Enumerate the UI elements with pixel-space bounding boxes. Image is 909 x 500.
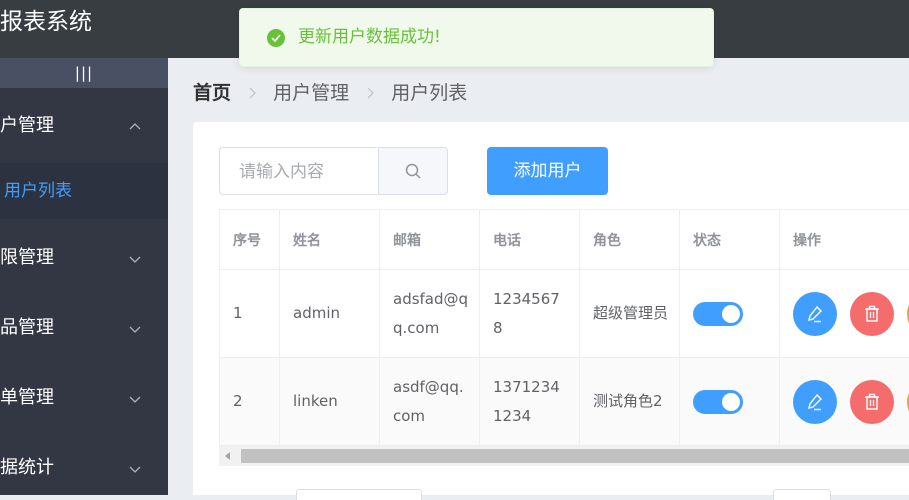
search-button[interactable] (378, 147, 448, 195)
table-row: 1 admin adsfad@qq.com 12345678 超级管理员 (220, 270, 909, 358)
chevron-down-icon (129, 466, 141, 473)
sidebar-menu-label: 户管理 (0, 115, 54, 136)
cell-phone: 13712341234 (480, 358, 580, 445)
edit-icon (808, 393, 822, 411)
edit-button[interactable] (793, 380, 837, 424)
cell-email: adsfad@qq.com (380, 270, 480, 357)
cell-status (680, 270, 780, 357)
chevron-down-icon (129, 256, 141, 263)
switch-knob (722, 304, 740, 323)
app-title: 报表系统 (0, 9, 92, 35)
table-header-cell: 角色 (580, 210, 680, 269)
breadcrumb-user-management: 用户管理 (273, 81, 350, 104)
sidebar-menu-permission-management[interactable]: 限管理 (0, 230, 168, 286)
sidebar-menu-product-management[interactable]: 品管理 (0, 300, 168, 356)
table-row: 2 linken asdf@qq.com 13712341234 测试角色2 (220, 358, 909, 446)
switch-knob (722, 392, 740, 411)
sidebar-menu-label: 据统计 (0, 457, 54, 478)
cell-index: 1 (220, 270, 280, 357)
table-header-cell: 操作 (780, 210, 909, 269)
status-switch[interactable] (693, 389, 743, 414)
table-header-cell: 姓名 (280, 210, 380, 269)
trash-icon (865, 393, 879, 410)
cell-name: admin (280, 270, 380, 357)
sidebar-menu-data-statistics[interactable]: 据统计 (0, 440, 168, 496)
sidebar-menu-user-management[interactable]: 户管理 (0, 98, 168, 154)
cell-phone: 12345678 (480, 270, 580, 357)
sidebar: ||| 户管理 用户列表 限管理 品管理 单管理 据统计 (0, 58, 168, 495)
sidebar-item-label: 用户列表 (4, 181, 72, 201)
table-header-cell: 邮箱 (380, 210, 480, 269)
chevron-right-icon (355, 79, 385, 107)
sidebar-menu-label: 限管理 (0, 247, 54, 268)
delete-button[interactable] (850, 292, 894, 336)
cell-index: 2 (220, 358, 280, 445)
status-switch[interactable] (693, 301, 743, 326)
chevron-down-icon (129, 396, 141, 403)
table-header-cell: 序号 (220, 210, 280, 269)
table-header-cell: 电话 (480, 210, 580, 269)
delete-button[interactable] (850, 380, 894, 424)
sidebar-menu-order-management[interactable]: 单管理 (0, 370, 168, 426)
sidebar-menu-label: 品管理 (0, 317, 54, 338)
breadcrumb: 首页 用户管理 用户列表 (193, 78, 467, 106)
sidebar-item-user-list[interactable]: 用户列表 (0, 163, 168, 219)
breadcrumb-user-list: 用户列表 (391, 81, 468, 104)
chevron-down-icon (129, 326, 141, 333)
table-header-cell: 状态 (680, 210, 780, 269)
chevron-up-icon (129, 123, 141, 130)
add-user-button[interactable]: 添加用户 (487, 147, 608, 195)
breadcrumb-home[interactable]: 首页 (193, 79, 231, 107)
search-icon (405, 163, 421, 179)
sidebar-menu-label: 单管理 (0, 387, 54, 408)
cell-role: 测试角色2 (580, 358, 680, 445)
edit-button[interactable] (793, 292, 837, 336)
cell-email: asdf@qq.com (380, 358, 480, 445)
user-table: 序号 姓名 邮箱 电话 角色 状态 操作 1 admin adsfad@qq.c… (219, 209, 909, 446)
scrollbar-thumb[interactable] (241, 449, 909, 463)
sidebar-toggle-button[interactable]: ||| (0, 58, 168, 88)
check-circle-icon (267, 29, 285, 47)
chevron-right-icon (237, 79, 267, 107)
cell-actions (780, 270, 909, 357)
success-toast: 更新用户数据成功! (239, 8, 714, 67)
search-input[interactable]: 请输入内容 (219, 147, 377, 195)
toast-message: 更新用户数据成功! (298, 27, 441, 47)
cell-name: linken (280, 358, 380, 445)
trash-icon (865, 305, 879, 322)
table-horizontal-scrollbar[interactable] (219, 446, 909, 466)
cell-role: 超级管理员 (580, 270, 680, 357)
cell-status (680, 358, 780, 445)
edit-icon (808, 305, 822, 323)
scroll-left-arrow-icon[interactable] (225, 452, 230, 460)
table-header-row: 序号 姓名 邮箱 电话 角色 状态 操作 (220, 210, 909, 270)
cell-actions (780, 358, 909, 445)
